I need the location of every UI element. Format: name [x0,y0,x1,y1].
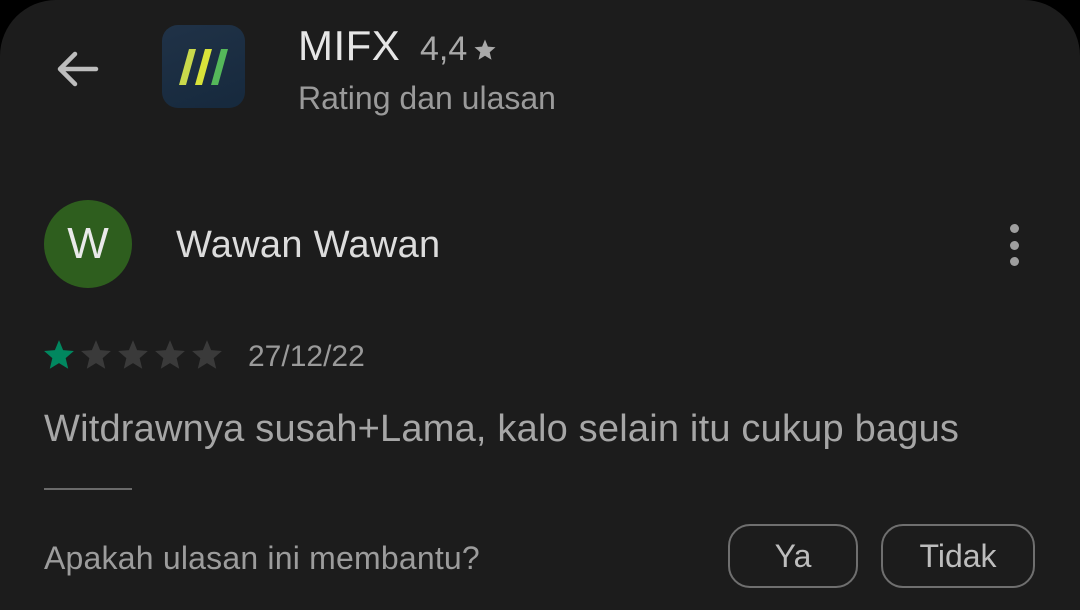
app-icon [162,25,245,108]
app-rating-value: 4,4 [420,30,468,68]
star-empty-icon [81,340,111,369]
helpful-yes-button[interactable]: Ya [728,524,858,588]
star-icon [474,39,496,60]
app-name: MIFX [298,22,401,69]
avatar: W [44,200,132,288]
divider [44,488,132,490]
back-button[interactable] [48,40,106,98]
back-arrow-icon [57,51,99,87]
app-rating: 4,4 [420,30,497,69]
reviewer-name: Wawan Wawan [176,224,441,266]
more-vert-dot [1009,240,1019,250]
star-empty-icon [118,340,148,369]
review-date: 27/12/22 [248,340,365,373]
helpful-question: Apakah ulasan ini membantu? [44,540,480,576]
review-text: Witdrawnya susah+Lama, kalo selain itu c… [44,408,960,450]
more-vert-icon [1009,224,1019,233]
page-subtitle: Rating dan ulasan [298,80,556,116]
star-filled-icon [44,340,74,369]
review-screen: MIFX 4,4 Rating dan ulasan W Wawan Wawan… [0,0,1080,610]
more-options-button[interactable] [990,220,1038,270]
star-empty-icon [192,340,222,369]
star-rating [42,338,224,372]
mifx-logo-icon [178,48,228,85]
star-empty-icon [155,340,185,369]
avatar-initial: W [67,219,109,268]
more-vert-dot [1009,257,1019,266]
helpful-no-button[interactable]: Tidak [881,524,1035,588]
